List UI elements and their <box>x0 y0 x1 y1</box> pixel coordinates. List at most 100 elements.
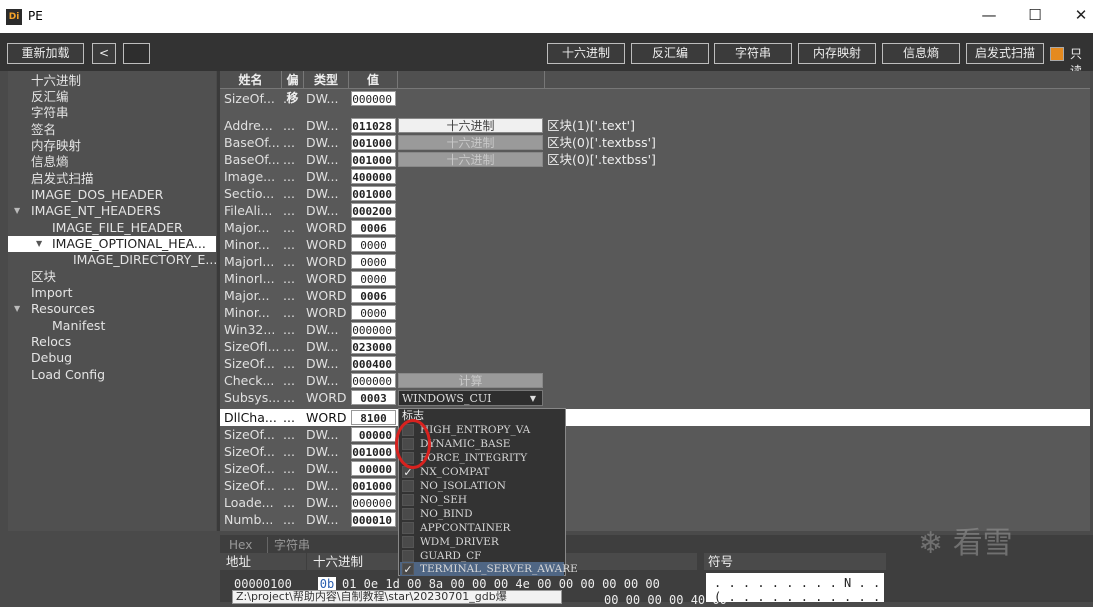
table-row[interactable]: SizeOf... ... DW... 000400 <box>220 355 1090 372</box>
table-row[interactable]: Loade... ... DW... 000000 <box>220 494 1090 511</box>
table-row-selected[interactable]: DllCha... ... WORD 8100 <box>220 409 1090 426</box>
flag-checkbox[interactable] <box>402 522 414 534</box>
table-row[interactable]: Major... ... WORD 0006 <box>220 287 1090 304</box>
flag-checkbox[interactable] <box>402 550 414 562</box>
hex-cursor-byte[interactable]: 0b <box>318 577 336 591</box>
table-row[interactable]: BaseOf... ... DW... 001000 十六进制 区块(0)['.… <box>220 151 1090 168</box>
table-row[interactable]: Image... ... DW... 400000 <box>220 168 1090 185</box>
field-value[interactable]: 0003 <box>351 390 396 405</box>
hex-button[interactable]: 十六进制 <box>547 43 625 64</box>
field-value[interactable]: 001000 <box>351 478 396 493</box>
table-row[interactable]: Minor... ... WORD 0000 <box>220 236 1090 253</box>
field-value[interactable]: 001000 <box>351 152 396 167</box>
field-value[interactable]: 00000 <box>351 461 396 476</box>
table-row[interactable]: SizeOf... ... DW... 000000 <box>220 90 1090 107</box>
field-value[interactable]: 000000 <box>351 322 396 337</box>
field-value[interactable]: 011028 <box>351 118 396 133</box>
field-value[interactable]: 00000 <box>351 427 396 442</box>
expand-arrow-icon[interactable]: ▼ <box>36 236 42 252</box>
back-button[interactable]: < <box>92 43 116 64</box>
strings-button[interactable]: 字符串 <box>714 43 792 64</box>
flag-option[interactable]: WDM_DRIVER <box>400 535 564 549</box>
flag-option[interactable]: GUARD_CF <box>400 549 564 563</box>
flag-checkbox[interactable] <box>402 494 414 506</box>
reload-button[interactable]: 重新加载 <box>7 43 84 64</box>
column-header-type[interactable]: 类型 <box>304 71 349 89</box>
sidebar-item-sections[interactable]: 区块 <box>31 269 56 285</box>
sidebar-item-load-config[interactable]: Load Config <box>31 367 105 383</box>
field-value[interactable]: 023000 <box>351 339 396 354</box>
table-row[interactable]: SizeOf... ... DW... 00000 <box>220 426 1090 443</box>
flag-option[interactable]: NO_BIND <box>400 507 564 521</box>
sidebar-item-disasm[interactable]: 反汇编 <box>31 89 69 105</box>
field-value[interactable]: 8100 <box>351 410 396 425</box>
table-row[interactable]: MinorI... ... WORD 0000 <box>220 270 1090 287</box>
sidebar-item-import[interactable]: Import <box>31 285 73 301</box>
sidebar-item-nt-headers[interactable]: IMAGE_NT_HEADERS <box>31 203 161 219</box>
expand-arrow-icon[interactable]: ▼ <box>14 203 20 219</box>
flag-checkbox[interactable] <box>402 508 414 520</box>
table-row[interactable]: Win32... ... DW... 000000 <box>220 321 1090 338</box>
sidebar-item-entropy[interactable]: 信息熵 <box>31 154 69 170</box>
sidebar-item-memmap[interactable]: 内存映射 <box>31 138 81 154</box>
table-row[interactable]: Addre... ... DW... 011028 十六进制 区块(1)['.t… <box>220 117 1090 134</box>
sidebar-item-directory-entry[interactable]: IMAGE_DIRECTORY_E... <box>73 252 217 268</box>
table-row[interactable]: SizeOf... ... DW... 00000 <box>220 460 1090 477</box>
sidebar-item-debug[interactable]: Debug <box>31 350 72 366</box>
subsystem-select[interactable]: WINDOWS_CUI ▼ <box>398 390 543 406</box>
sidebar-item-dos-header[interactable]: IMAGE_DOS_HEADER <box>31 187 163 203</box>
heuristic-button[interactable]: 启发式扫描 <box>966 43 1044 64</box>
hex-jump-button[interactable]: 十六进制 <box>398 152 543 167</box>
maximize-button[interactable]: ☐ <box>1012 0 1058 33</box>
flag-option[interactable]: ✓ NX_COMPAT <box>400 465 564 479</box>
table-row[interactable]: Minor... ... WORD 0000 <box>220 304 1090 321</box>
table-row[interactable]: Check... ... DW... 000000 计算 <box>220 372 1090 389</box>
field-value[interactable]: 400000 <box>351 169 396 184</box>
close-button[interactable]: ✕ <box>1058 0 1093 33</box>
flag-checkbox[interactable] <box>402 536 414 548</box>
flag-option-highlighted[interactable]: ✓ TERMINAL_SERVER_AWARE <box>400 562 578 576</box>
entropy-button[interactable]: 信息熵 <box>882 43 960 64</box>
flag-option[interactable]: NO_SEH <box>400 493 564 507</box>
hex-jump-button[interactable]: 十六进制 <box>398 135 543 150</box>
flag-checkbox[interactable] <box>402 480 414 492</box>
table-row[interactable]: MajorI... ... WORD 0000 <box>220 253 1090 270</box>
field-value[interactable]: 001000 <box>351 135 396 150</box>
field-value[interactable]: 0006 <box>351 220 396 235</box>
forward-button[interactable] <box>123 43 150 64</box>
tab-hex[interactable]: Hex <box>229 537 252 553</box>
flag-option[interactable]: APPCONTAINER <box>400 521 564 535</box>
sidebar-item-relocs[interactable]: Relocs <box>31 334 71 350</box>
hex-bytes[interactable]: 01 0e 1d 00 8a 00 00 00 4e 00 00 00 00 0… <box>342 577 660 591</box>
field-value[interactable]: 0000 <box>351 305 396 320</box>
disasm-button[interactable]: 反汇编 <box>631 43 709 64</box>
memmap-button[interactable]: 内存映射 <box>798 43 876 64</box>
field-value[interactable]: 0000 <box>351 237 396 252</box>
column-header-name[interactable]: 姓名 <box>220 71 282 89</box>
field-value[interactable]: 000010 <box>351 512 396 527</box>
sidebar-item-file-header[interactable]: IMAGE_FILE_HEADER <box>52 220 183 236</box>
field-value[interactable]: 0006 <box>351 288 396 303</box>
table-row[interactable]: FileAli... ... DW... 000200 <box>220 202 1090 219</box>
flag-option[interactable]: NO_ISOLATION <box>400 479 564 493</box>
hex-jump-button[interactable]: 十六进制 <box>398 118 543 133</box>
table-row[interactable]: Sectio... ... DW... 001000 <box>220 185 1090 202</box>
field-value[interactable]: 001000 <box>351 444 396 459</box>
field-value[interactable]: 001000 <box>351 186 396 201</box>
field-value[interactable]: 000000 <box>351 91 396 106</box>
table-row[interactable]: SizeOfI... ... DW... 023000 <box>220 338 1090 355</box>
table-row[interactable]: Major... ... WORD 0006 <box>220 219 1090 236</box>
field-value[interactable]: 000200 <box>351 203 396 218</box>
sidebar-item-resources[interactable]: Resources <box>31 301 95 317</box>
expand-arrow-icon[interactable]: ▼ <box>14 301 20 317</box>
field-value[interactable]: 0000 <box>351 254 396 269</box>
ascii-view[interactable]: . . . . . . . . . N . . . . . . ( . . . … <box>706 573 884 602</box>
field-value[interactable]: 0000 <box>351 271 396 286</box>
table-row[interactable]: SizeOf... ... DW... 001000 <box>220 443 1090 460</box>
sidebar-item-heuristic[interactable]: 启发式扫描 <box>31 171 94 187</box>
sidebar-item-strings[interactable]: 字符串 <box>31 105 69 121</box>
table-row[interactable]: BaseOf... ... DW... 001000 十六进制 区块(0)['.… <box>220 134 1090 151</box>
field-value[interactable]: 000400 <box>351 356 396 371</box>
tab-strings[interactable]: 字符串 <box>267 537 310 553</box>
column-header-offset[interactable]: 偏移 <box>282 71 304 105</box>
